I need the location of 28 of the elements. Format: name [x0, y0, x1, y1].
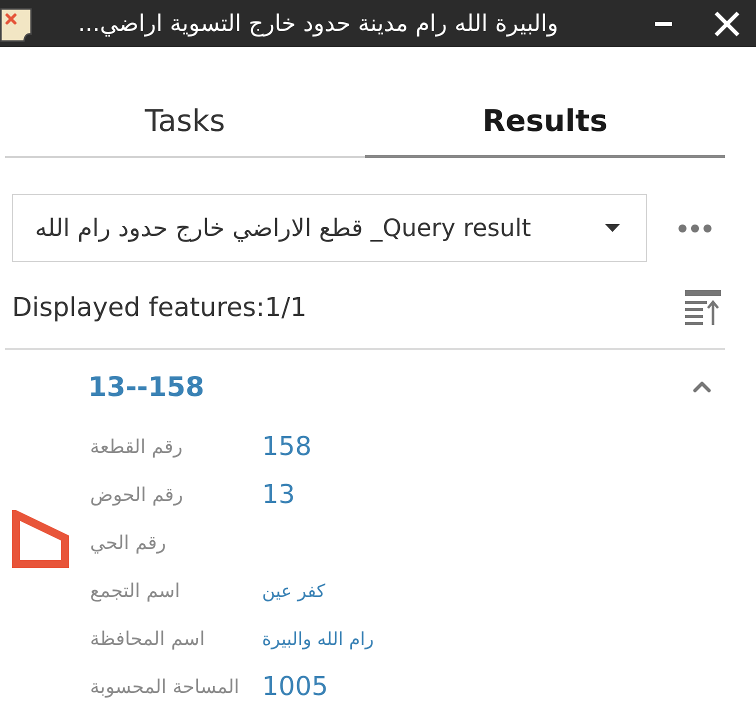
close-icon — [714, 10, 740, 36]
field-value: 158 — [262, 432, 312, 462]
app-icon — [0, 6, 32, 42]
field-label: رقم الحوض — [90, 484, 184, 506]
field-value: 13 — [262, 480, 296, 510]
more-icon — [678, 224, 712, 232]
minimize-icon — [655, 22, 672, 26]
layer-dropdown[interactable]: Query result_ قطع الاراضي خارج حدود رام الله — [12, 194, 647, 262]
tab[interactable]: Results — [365, 89, 725, 158]
minimize-button[interactable] — [655, 22, 672, 26]
caret-icon — [605, 224, 620, 232]
feature-count: Displayed features:1/1 — [12, 293, 307, 323]
field-value: كفر عين — [262, 580, 326, 602]
field-label: المساحة المحسوبة — [90, 676, 240, 698]
sort-button[interactable] — [685, 290, 721, 326]
sort-icon — [685, 290, 721, 326]
field-label: رقم القطعة — [90, 436, 183, 458]
close-button[interactable] — [714, 10, 740, 36]
more-button[interactable] — [678, 224, 712, 232]
field-label: رقم الحي — [90, 532, 166, 554]
field-value: 1005 — [262, 672, 328, 702]
tab[interactable]: Tasks — [5, 90, 365, 158]
feature-title[interactable]: 13--158 — [88, 372, 204, 402]
field-label: اسم التجمع — [90, 580, 180, 602]
field-value: رام الله والبيرة — [262, 628, 374, 650]
window-title: والبيرة الله رام مدينة حدود خارج التسوية اراضي... — [78, 10, 558, 36]
polygon-symbol-icon — [12, 510, 69, 568]
field-label: اسم المحافظة — [90, 628, 205, 650]
